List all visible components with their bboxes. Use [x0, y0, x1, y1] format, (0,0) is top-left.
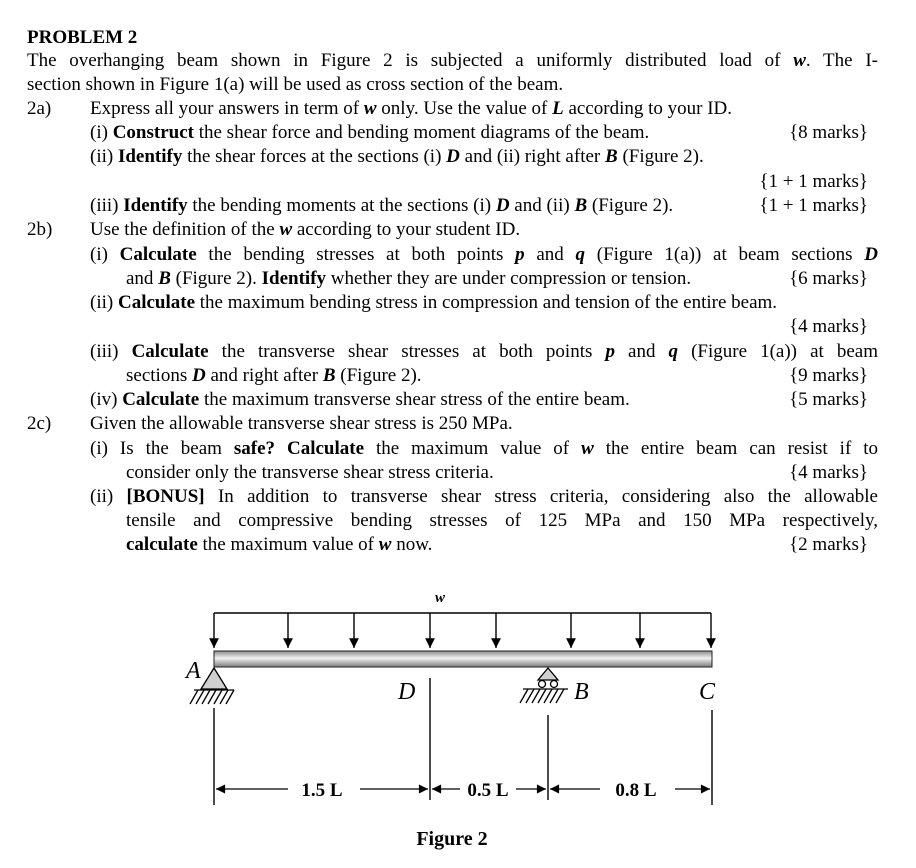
dim-ad: 1.5 L — [301, 780, 342, 801]
point-b-label: B — [574, 679, 589, 705]
beam — [213, 650, 713, 668]
point-c-label: C — [699, 679, 716, 705]
problem-page: PROBLEM 2 The overhanging beam shown in F… — [0, 0, 916, 868]
distributed-load — [209, 612, 716, 648]
figure-2-beam-diagram: w A D B C 1.5 L 0.5 L 0.8 L Figure 2 — [184, 590, 716, 850]
point-a-label: A — [184, 658, 201, 684]
point-d-label: D — [397, 679, 415, 705]
dim-db: 0.5 L — [467, 780, 508, 801]
roller-support-b — [519, 666, 568, 704]
figure-caption: Figure 2 — [416, 828, 487, 850]
dim-bc: 0.8 L — [615, 780, 656, 801]
load-label: w — [435, 590, 446, 606]
